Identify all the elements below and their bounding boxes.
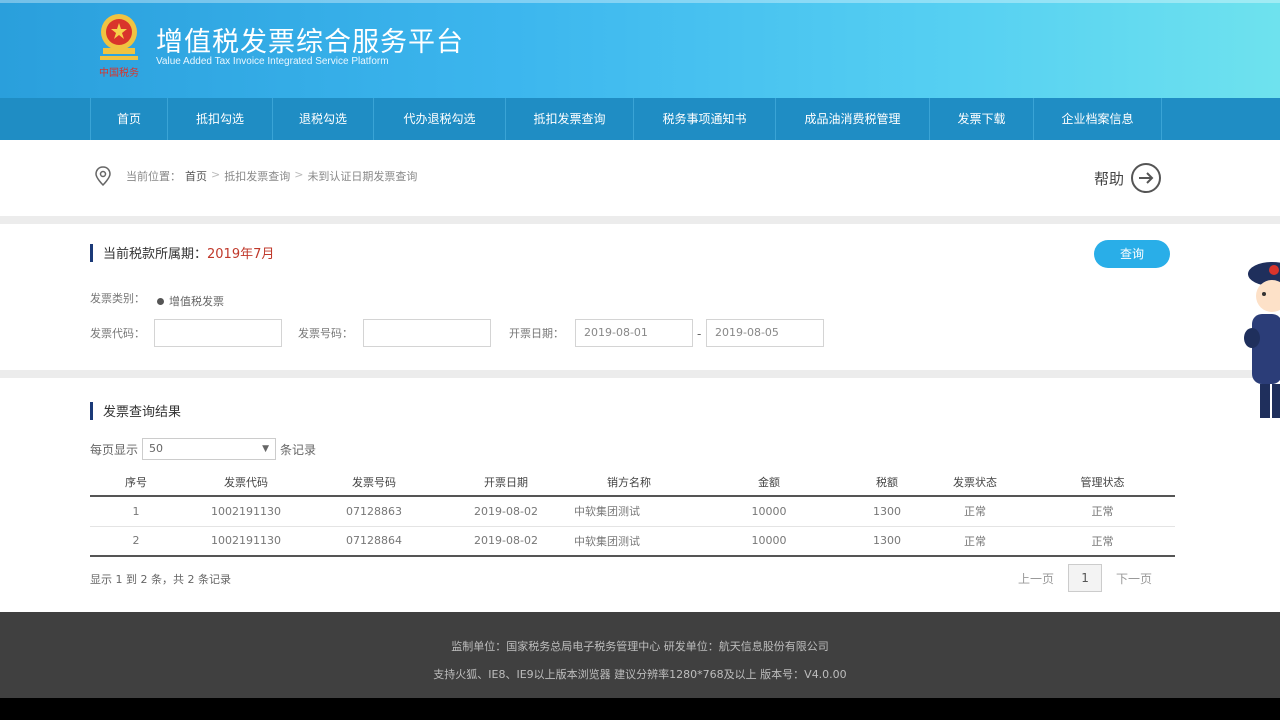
- issue-date-label: 开票日期：: [509, 327, 564, 340]
- cell-seller-name: 中软集团测试: [574, 496, 684, 527]
- date-to-input[interactable]: 2019-08-05: [706, 319, 824, 347]
- cell-manage-status: 正常: [1030, 496, 1175, 527]
- tax-period-heading: 当前税款所属期： 2019年7月: [90, 243, 274, 262]
- results-title: 发票查询结果: [103, 405, 182, 420]
- results-heading: 发票查询结果: [90, 401, 181, 420]
- invoice-type-label: 发票类别：: [90, 292, 145, 305]
- nav-item-home[interactable]: 首页: [90, 98, 168, 140]
- breadcrumb: 当前位置： 首页 > 抵扣发票查询 > 未到认证日期发票查询: [126, 168, 417, 184]
- page-size-label: 每页显示: [90, 442, 139, 457]
- tax-officer-mascot-icon: [1244, 262, 1280, 418]
- cell-invoice-number: 07128864: [310, 526, 438, 557]
- page-size-select[interactable]: 50 ▼: [142, 438, 277, 460]
- col-header-invoice-status[interactable]: 发票状态: [920, 468, 1030, 497]
- cell-invoice-code: 1002191130: [182, 496, 310, 527]
- help-label: 帮助: [1094, 169, 1125, 188]
- page-size-value: 50: [149, 442, 164, 455]
- cell-invoice-number: 07128863: [310, 496, 438, 527]
- breadcrumb-band: 当前位置： 首页 > 抵扣发票查询 > 未到认证日期发票查询 帮助: [0, 140, 1280, 216]
- nav-item-invoice-download[interactable]: 发票下载: [930, 98, 1034, 140]
- cell-invoice-code: 1002191130: [182, 526, 310, 557]
- table-header-row: 序号 发票代码 发票号码 开票日期 销方名称 金额 税额 发票状态 管理状态: [90, 468, 1175, 497]
- footer-line-1: 监制单位：国家税务总局电子税务管理中心 研发单位：航天信息股份有限公司: [451, 640, 829, 653]
- breadcrumb-prefix: 当前位置：: [126, 170, 181, 183]
- col-header-amount[interactable]: 金额: [684, 468, 854, 497]
- help-button[interactable]: 帮助: [1094, 162, 1162, 194]
- cell-invoice-status: 正常: [920, 496, 1030, 527]
- col-header-tax[interactable]: 税额: [854, 468, 920, 497]
- breadcrumb-separator: >: [211, 168, 221, 181]
- cell-tax: 1300: [854, 526, 920, 557]
- prev-page-link[interactable]: 上一页: [1018, 570, 1054, 587]
- cell-issue-date: 2019-08-02: [438, 526, 574, 557]
- invoice-code-label: 发票代码：: [90, 327, 145, 340]
- cell-seller-name: 中软集团测试: [574, 526, 684, 557]
- next-page-link[interactable]: 下一页: [1116, 570, 1152, 587]
- cell-invoice-status: 正常: [920, 526, 1030, 557]
- platform-title: 增值税发票综合服务平台: [156, 27, 464, 58]
- cell-amount: 10000: [684, 526, 854, 557]
- page-header: 中国税务 增值税发票综合服务平台 Value Added Tax Invoice…: [0, 0, 1280, 98]
- invoice-code-input[interactable]: [154, 319, 282, 347]
- nav-item-agent-refund-select[interactable]: 代办退税勾选: [374, 98, 506, 140]
- query-button[interactable]: 查询: [1094, 240, 1170, 268]
- nav-item-refund-select[interactable]: 退税勾选: [273, 98, 374, 140]
- page-number-current[interactable]: 1: [1068, 564, 1103, 592]
- col-header-issue-date[interactable]: 开票日期: [438, 468, 574, 497]
- radio-selected-dot: [157, 297, 164, 305]
- table-row[interactable]: 2 1002191130 07128864 2019-08-02 中软集团测试 …: [90, 526, 1175, 557]
- breadcrumb-level2-link[interactable]: 抵扣发票查询: [224, 168, 290, 184]
- breadcrumb-current: 未到认证日期发票查询: [307, 170, 418, 183]
- heading-accent-bar: [90, 401, 93, 420]
- nav-item-oil-consumption-tax[interactable]: 成品油消费税管理: [776, 98, 930, 140]
- date-range-separator: -: [697, 327, 702, 341]
- page-footer: 监制单位：国家税务总局电子税务管理中心 研发单位：航天信息股份有限公司 支持火狐…: [0, 612, 1280, 698]
- tax-period-value: 2019年7月: [207, 247, 275, 262]
- page-size-control: 每页显示 50 ▼ 条记录: [90, 438, 316, 460]
- cell-issue-date: 2019-08-02: [438, 496, 574, 527]
- cell-amount: 10000: [684, 496, 854, 527]
- query-section: 当前税款所属期： 2019年7月 查询 发票类别： 增值税发票 发票代码： 发票…: [0, 224, 1280, 370]
- cell-index: 1: [90, 496, 182, 527]
- nav-item-tax-notice[interactable]: 税务事项通知书: [634, 98, 776, 140]
- page-size-suffix: 条记录: [280, 442, 317, 457]
- table-row[interactable]: 1 1002191130 07128863 2019-08-02 中软集团测试 …: [90, 496, 1175, 527]
- results-summary: 显示 1 到 2 条，共 2 条记录: [90, 573, 231, 586]
- invoice-type-option: 增值税发票: [169, 295, 224, 308]
- invoice-results-table: 序号 发票代码 发票号码 开票日期 销方名称 金额 税额 发票状态 管理状态 1…: [90, 468, 1175, 557]
- invoice-type-radio[interactable]: 增值税发票: [157, 293, 224, 309]
- col-header-index[interactable]: 序号: [90, 468, 182, 497]
- location-icon: [95, 166, 111, 187]
- nav-item-deduction-select[interactable]: 抵扣勾选: [168, 98, 273, 140]
- date-from-input[interactable]: 2019-08-01: [575, 319, 693, 347]
- bottom-black-bar: [0, 698, 1280, 720]
- platform-subtitle: Value Added Tax Invoice Integrated Servi…: [156, 56, 389, 67]
- col-header-invoice-code[interactable]: 发票代码: [182, 468, 310, 497]
- col-header-seller-name[interactable]: 销方名称: [574, 468, 684, 497]
- col-header-manage-status[interactable]: 管理状态: [1030, 468, 1175, 497]
- footer-line-2: 支持火狐、IE8、IE9以上版本浏览器 建议分辨率1280*768及以上 版本号…: [433, 668, 847, 681]
- breadcrumb-separator: >: [294, 168, 304, 181]
- nav-item-company-profile[interactable]: 企业档案信息: [1034, 98, 1162, 140]
- main-nav: 首页 抵扣勾选 退税勾选 代办退税勾选 抵扣发票查询 税务事项通知书 成品油消费…: [0, 98, 1280, 140]
- cell-manage-status: 正常: [1030, 526, 1175, 557]
- svg-text:中国税务: 中国税务: [99, 66, 139, 79]
- cell-index: 2: [90, 526, 182, 557]
- arrow-right-circle-icon: [1131, 163, 1162, 193]
- tax-emblem-icon: 中国税务: [99, 14, 139, 79]
- cell-tax: 1300: [854, 496, 920, 527]
- header-topline: [0, 0, 1280, 3]
- pagination: 上一页 1 下一页: [1018, 564, 1152, 592]
- heading-accent-bar: [90, 243, 93, 262]
- nav-item-deduction-invoice-query[interactable]: 抵扣发票查询: [506, 98, 634, 140]
- invoice-number-label: 发票号码：: [298, 327, 353, 340]
- results-section: 发票查询结果 每页显示 50 ▼ 条记录 序号 发票代码 发票号码 开票日期 销…: [0, 378, 1280, 612]
- invoice-number-input[interactable]: [363, 319, 491, 347]
- chevron-down-icon: ▼: [262, 444, 270, 454]
- col-header-invoice-number[interactable]: 发票号码: [310, 468, 438, 497]
- tax-period-label: 当前税款所属期：: [103, 247, 208, 262]
- breadcrumb-home-link[interactable]: 首页: [185, 168, 207, 184]
